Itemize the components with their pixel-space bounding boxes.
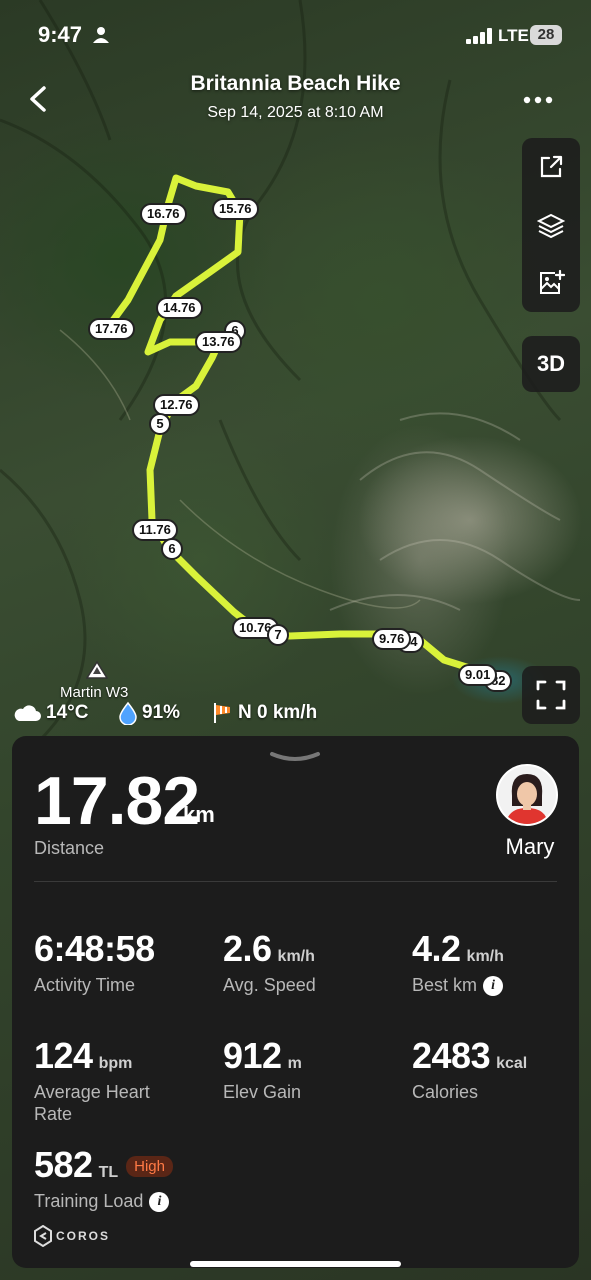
stat-calories: 2483 kcal Calories — [412, 1035, 591, 1103]
stat-value: 912 — [223, 1035, 282, 1076]
stat-value: 6:48:58 — [34, 928, 155, 969]
activity-title: Britannia Beach Hike — [190, 72, 401, 95]
wind-text: N 0 km/h — [238, 702, 318, 723]
stat-unit: km/h — [277, 948, 315, 965]
km-marker: 6 — [161, 538, 183, 560]
stat-label: Avg. Speed — [223, 975, 316, 995]
coros-logo: COROS — [34, 1224, 134, 1248]
stat-activity-time: 6:48:58 Activity Time — [34, 928, 214, 996]
stat-unit: km/h — [466, 948, 504, 965]
stat-unit: TL — [98, 1164, 119, 1181]
share-button[interactable] — [522, 138, 580, 196]
map-toolbar — [522, 138, 580, 312]
info-icon[interactable]: i — [483, 976, 504, 997]
stat-label: Calories — [412, 1082, 479, 1102]
stat-value: 582 — [34, 1144, 93, 1185]
fullscreen-button[interactable] — [522, 666, 580, 724]
km-marker: 5 — [149, 413, 171, 435]
brand-text: COROS — [56, 1229, 111, 1243]
status-time: 9:47 — [38, 22, 83, 47]
humidity-text: 91% — [142, 702, 181, 723]
stat-label-row: Best km i — [412, 974, 591, 997]
divider — [34, 881, 557, 882]
stat-value: 2.6 — [223, 928, 272, 969]
km-marker: 17.76 — [88, 318, 135, 340]
weather-temperature: 14°C — [12, 700, 88, 726]
km-marker: 9.01 — [458, 664, 498, 686]
km-marker: 14.76 — [156, 297, 203, 319]
stat-unit: bpm — [98, 1055, 133, 1072]
person-icon — [93, 27, 109, 43]
peak-name: Martin W3 — [60, 684, 129, 701]
distance-value: 17.82 — [34, 763, 200, 839]
activity-date: Sep 14, 2025 at 8:10 AM — [207, 104, 384, 121]
weather-wind: N 0 km/h — [212, 700, 317, 726]
km-marker: 9.76 — [372, 628, 412, 650]
coros-logo-mark — [34, 1225, 52, 1247]
stat-value: 4.2 — [412, 928, 461, 969]
avatar-image — [498, 766, 556, 824]
stat-heart-rate: 124 bpm Average Heart Rate — [34, 1035, 214, 1125]
add-photo-icon — [540, 269, 565, 294]
km-marker: 7 — [267, 624, 289, 646]
stat-value: 124 — [34, 1035, 93, 1076]
distance-label: Distance — [34, 838, 105, 858]
stat-label: Best km — [412, 975, 478, 995]
fullscreen-icon — [536, 680, 566, 710]
3d-view-button[interactable]: 3D — [522, 336, 580, 392]
stat-label: Average Heart Rate — [34, 1082, 150, 1124]
stat-unit: kcal — [496, 1055, 528, 1072]
cloud-icon — [14, 705, 41, 721]
user-name: Mary — [505, 834, 555, 859]
stat-training-load: 582 TL High Training Load i — [34, 1144, 294, 1213]
water-drop-icon — [119, 701, 137, 725]
stat-label-row: Training Load i — [34, 1190, 294, 1213]
avatar[interactable] — [496, 764, 558, 826]
activity-summary-card: 17.82 km Distance Mary 6:48:58 Activity … — [12, 736, 579, 1268]
km-marker: 13.76 — [195, 331, 242, 353]
layers-icon — [537, 213, 565, 239]
signal-icon — [466, 28, 492, 44]
temperature-text: 14°C — [46, 702, 89, 723]
status-bar: 9:47 LTE 28 — [0, 0, 591, 70]
stat-label: Elev Gain — [223, 1082, 302, 1102]
stat-elev-gain: 912 m Elev Gain — [223, 1035, 403, 1103]
km-marker: 16.76 — [140, 203, 187, 225]
stat-label: Training Load — [34, 1191, 144, 1211]
training-load-badge: High — [126, 1156, 173, 1178]
weather-row: 14°C 91% N 0 km/h — [12, 700, 352, 726]
km-marker: 15.76 — [212, 198, 259, 220]
battery-indicator: 28 — [530, 25, 562, 45]
share-icon — [540, 155, 563, 178]
info-icon[interactable]: i — [149, 1192, 170, 1213]
peak-icon — [86, 660, 108, 679]
stat-label: Activity Time — [34, 975, 136, 995]
weather-humidity: 91% — [118, 700, 180, 726]
stat-value: 2483 — [412, 1035, 491, 1076]
collapse-handle[interactable] — [268, 750, 322, 764]
distance-unit: km — [183, 802, 215, 827]
chevron-down-icon — [270, 752, 320, 761]
network-label: LTE — [498, 26, 529, 45]
add-photo-button[interactable] — [522, 254, 580, 312]
stat-avg-speed: 2.6 km/h Avg. Speed — [223, 928, 403, 996]
stat-best-km: 4.2 km/h Best km i — [412, 928, 591, 997]
windsock-icon — [214, 703, 230, 723]
home-indicator — [190, 1261, 401, 1267]
layers-button[interactable] — [522, 196, 580, 254]
stat-unit: m — [287, 1055, 302, 1072]
more-options-button[interactable] — [522, 92, 554, 108]
